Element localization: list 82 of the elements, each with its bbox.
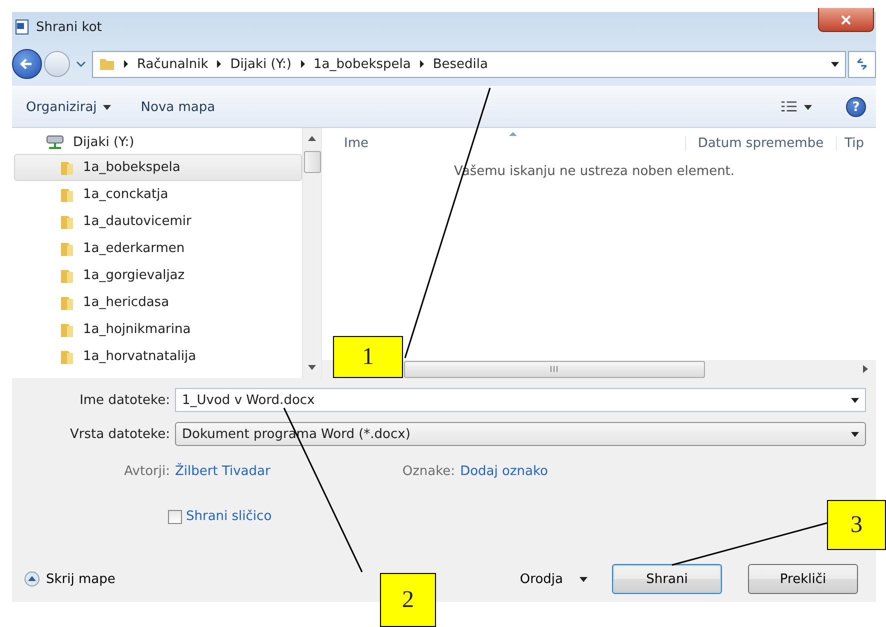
chevron-icon[interactable] <box>123 60 129 68</box>
scroll-up-icon[interactable] <box>308 136 316 141</box>
tree-label: 1a_bobekspela <box>83 160 180 175</box>
close-icon <box>841 14 851 24</box>
tree-item[interactable]: 1a_hericdasa <box>14 289 302 316</box>
tree-label: Dijaki (Y:) <box>73 134 134 150</box>
caret-icon <box>102 104 111 110</box>
field-label: Vrsta datoteke: <box>68 426 171 442</box>
breadcrumb[interactable]: Besedila <box>432 56 488 72</box>
tree-item[interactable]: 1a_bobekspela <box>14 154 302 181</box>
save-button[interactable]: Shrani <box>612 564 722 594</box>
tags-label: Oznake: <box>402 464 456 479</box>
help-button[interactable]: ? <box>846 97 866 117</box>
column-header[interactable]: Datum spremembe <box>684 136 836 150</box>
tree-label: 1a_conckatja <box>83 187 168 202</box>
cancel-button[interactable]: Prekliči <box>748 564 858 594</box>
refresh-icon <box>854 57 870 71</box>
folder-icon <box>59 322 75 338</box>
scrollbar-thumb[interactable] <box>404 360 705 378</box>
breadcrumb[interactable]: Računalnik <box>137 56 208 72</box>
scroll-down-icon[interactable] <box>308 365 316 370</box>
dropdown-arrow-icon[interactable] <box>831 62 839 66</box>
organize-menu[interactable]: Organiziraj <box>20 96 117 118</box>
column-header[interactable]: Tip <box>836 136 876 150</box>
filename-field[interactable]: 1_Uvod v Word.docx <box>175 388 866 412</box>
address-bar[interactable]: Računalnik Dijaki (Y:) 1a_bobekspela Besedila <box>92 50 846 78</box>
checkbox-label[interactable]: Shrani sličico <box>186 509 272 524</box>
field-label: Ime datoteke: <box>78 392 171 408</box>
callout-label: 1 <box>333 336 403 378</box>
checkbox[interactable] <box>168 510 182 524</box>
tree-label: 1a_hericdasa <box>83 295 170 310</box>
breadcrumb[interactable]: 1a_bobekspela <box>314 56 411 72</box>
caret-icon <box>851 432 859 436</box>
tree-label: 1a_hojnikmarina <box>83 322 191 337</box>
back-button[interactable] <box>12 49 42 79</box>
tree-item[interactable]: 1a_horvatnatalija <box>14 343 302 370</box>
tree-item[interactable]: 1a_gorgievaljaz <box>14 262 302 289</box>
tree-item[interactable]: 1a_conckatja <box>14 181 302 208</box>
tree-label: 1a_horvatnatalija <box>83 349 196 364</box>
folder-icon <box>59 240 75 256</box>
chevron-icon[interactable] <box>300 60 306 68</box>
folder-icon <box>59 214 75 230</box>
tree-label: 1a_gorgievaljaz <box>83 268 185 283</box>
chevron-icon[interactable] <box>216 60 222 68</box>
close-button[interactable] <box>818 8 874 32</box>
caret-icon[interactable] <box>851 398 859 402</box>
grip-icon <box>550 366 559 372</box>
hide-folders-button[interactable]: Skrij mape <box>20 571 116 587</box>
tree-item[interactable]: Dijaki (Y:) <box>14 130 302 154</box>
folder-icon <box>59 294 75 310</box>
callout-label: 3 <box>827 500 886 550</box>
tree-label: 1a_dautovicemir <box>83 214 192 229</box>
tree-item[interactable]: 1a_dautovicemir <box>14 208 302 235</box>
chevron-icon[interactable] <box>418 60 425 68</box>
caret-icon <box>579 576 588 582</box>
window-title: Shrani kot <box>36 20 102 34</box>
folder-icon <box>99 56 115 72</box>
tree-item[interactable]: 1a_ederkarmen <box>14 235 302 262</box>
document-icon <box>14 19 30 35</box>
list-view-icon <box>780 100 798 114</box>
tree-item[interactable]: 1a_hojnikmarina <box>14 316 302 343</box>
folder-icon <box>59 160 75 176</box>
scrollbar[interactable] <box>302 128 321 378</box>
column-header[interactable]: Ime <box>322 136 368 150</box>
authors-link[interactable]: Žilbert Tivadar <box>175 464 270 479</box>
tools-menu[interactable]: Orodja <box>520 572 596 586</box>
new-folder-button[interactable]: Nova mapa <box>134 96 222 118</box>
authors-label: Avtorji: <box>123 464 171 479</box>
folder-icon <box>59 348 75 364</box>
callout-label: 2 <box>380 573 436 627</box>
caret-icon <box>804 104 812 110</box>
add-tag-link[interactable]: Dodaj oznako <box>460 464 548 479</box>
refresh-button[interactable] <box>848 50 876 78</box>
folder-icon <box>59 268 75 284</box>
tree-label: 1a_ederkarmen <box>83 241 185 256</box>
scrollbar-thumb[interactable] <box>304 151 320 173</box>
scroll-right-icon[interactable] <box>863 365 868 373</box>
sort-arrow-icon <box>508 132 516 136</box>
folder-icon <box>59 186 75 202</box>
network-drive-icon <box>45 134 65 150</box>
breadcrumb[interactable]: Dijaki (Y:) <box>230 56 292 72</box>
chevron-up-icon <box>24 571 40 587</box>
